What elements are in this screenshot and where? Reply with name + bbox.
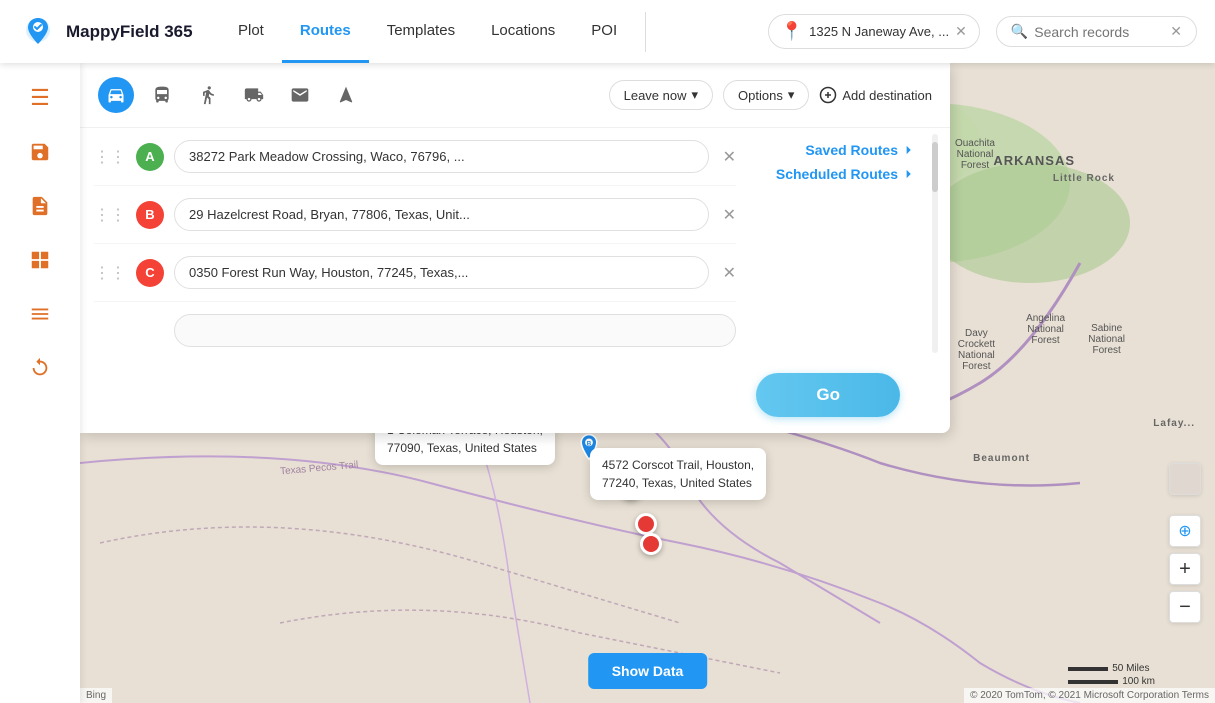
waypoint-row-c: ⋮⋮ C ✕ [94,244,736,302]
go-button-area: Go [80,359,950,417]
waypoint-row-b: ⋮⋮ B ✕ [94,186,736,244]
nav-routes[interactable]: Routes [282,0,369,63]
map-tooltip-houston3: 4572 Corscot Trail, Houston,77240, Texas… [590,448,766,500]
drag-handle-c[interactable]: ⋮⋮ [94,263,126,283]
saved-routes-link[interactable]: Saved Routes [750,142,916,158]
sidebar-refresh-button[interactable] [15,343,65,393]
transport-walk-button[interactable] [190,77,226,113]
map-copyright: © 2020 TomTom, © 2021 Microsoft Corporat… [964,688,1215,703]
address-bar[interactable]: 📍 1325 N Janeway Ave, ... ✕ [768,14,980,49]
scrollbar[interactable] [930,128,940,359]
map-label-angelina: AngelinaNationalForest [1026,313,1065,346]
leave-now-chevron-icon: ▾ [692,87,699,103]
search-clear-icon[interactable]: ✕ [1170,23,1182,40]
nav-right: 📍 1325 N Janeway Ave, ... ✕ 🔍 ✕ [768,14,1215,49]
routes-links-column: Saved Routes Scheduled Routes [750,128,930,182]
waypoint-letter-b: B [136,201,164,229]
sidebar-list-button[interactable] [15,289,65,339]
add-destination-label: Add destination [842,88,932,103]
main-nav: Plot Routes Templates Locations POI [220,0,635,63]
map-controls: ⊕ + − [1169,463,1201,623]
saved-routes-chevron-icon [902,143,916,157]
drag-handle-b[interactable]: ⋮⋮ [94,205,126,225]
options-label: Options [738,88,783,103]
map-zoom-in-button[interactable]: + [1169,553,1201,585]
map-label-davy: DavyCrockettNationalForest [958,328,995,372]
add-destination-icon [819,86,837,104]
map-label-beaumont: Beaumont [973,453,1030,464]
nav-locations[interactable]: Locations [473,0,573,63]
svg-text:B: B [587,440,592,447]
waypoint-add-input[interactable] [174,314,736,347]
waypoint-clear-a[interactable]: ✕ [723,147,736,167]
waypoint-input-a[interactable] [174,140,709,173]
map-minimap-button[interactable] [1169,463,1201,495]
top-navigation: MappyField 365 Plot Routes Templates Loc… [0,0,1215,63]
map-label-littlerock: Little Rock [1053,173,1115,184]
waypoint-clear-c[interactable]: ✕ [723,263,736,283]
sidebar-grid-button[interactable] [15,235,65,285]
map-label-sabine: SabineNationalForest [1088,323,1125,356]
drag-handle-a[interactable]: ⋮⋮ [94,147,126,167]
leave-now-label: Leave now [624,88,687,103]
nav-poi[interactable]: POI [573,0,635,63]
address-pin-icon: 📍 [781,21,803,42]
app-name: MappyField 365 [66,22,193,42]
transport-truck-button[interactable] [236,77,272,113]
scheduled-routes-link[interactable]: Scheduled Routes [750,166,916,182]
scheduled-routes-label: Scheduled Routes [776,166,898,182]
waypoint-letter-c: C [136,259,164,287]
waypoints-column: ⋮⋮ A ✕ ⋮⋮ B ✕ ⋮⋮ C ✕ ⋮⋮ [80,128,750,359]
waypoint-input-b[interactable] [174,198,709,231]
map-scale: 50 Miles 100 km [1068,663,1155,687]
sidebar-save-button[interactable] [15,127,65,177]
map-label-ouachita: OuachitaNationalForest [955,138,995,171]
show-data-button[interactable]: Show Data [588,653,708,689]
map-label-lafayette: Lafay... [1153,418,1195,429]
waypoint-letter-a: A [136,143,164,171]
map-location-button[interactable]: ⊕ [1169,515,1201,547]
scheduled-routes-chevron-icon [902,167,916,181]
nav-templates[interactable]: Templates [369,0,473,63]
search-icon: 🔍 [1011,23,1028,40]
saved-routes-label: Saved Routes [805,142,898,158]
logo-icon [18,12,58,52]
route-panel: Leave now ▾ Options ▾ Add destination ⋮⋮… [80,63,950,433]
map-zoom-out-button[interactable]: − [1169,591,1201,623]
address-clear-icon[interactable]: ✕ [955,23,967,40]
leave-now-button[interactable]: Leave now ▾ [609,80,713,110]
waypoint-clear-b[interactable]: ✕ [723,205,736,225]
address-text: 1325 N Janeway Ave, ... [809,24,949,39]
transport-navigate-button[interactable] [328,77,364,113]
sidebar-menu-button[interactable]: ☰ [15,73,65,123]
options-button[interactable]: Options ▾ [723,80,809,110]
route-body: ⋮⋮ A ✕ ⋮⋮ B ✕ ⋮⋮ C ✕ ⋮⋮ [80,128,950,359]
map-marker-red-5 [635,513,657,535]
map-label-arkansas: ARKANSAS [993,153,1075,168]
waypoint-add-row: ⋮⋮ [94,302,736,359]
waypoint-input-c[interactable] [174,256,709,289]
search-bar[interactable]: 🔍 ✕ [996,16,1197,47]
transport-email-button[interactable] [282,77,318,113]
search-input[interactable] [1034,24,1164,40]
right-column: Saved Routes Scheduled Routes [750,128,950,359]
sidebar-doc-button[interactable] [15,181,65,231]
route-toolbar: Leave now ▾ Options ▾ Add destination [80,63,950,128]
logo-area: MappyField 365 [0,12,220,52]
transport-bus-button[interactable] [144,77,180,113]
options-chevron-icon: ▾ [788,87,795,103]
map-marker-red-6 [640,533,662,555]
nav-divider [645,12,646,52]
go-button[interactable]: Go [756,373,900,417]
nav-plot[interactable]: Plot [220,0,282,63]
waypoint-row-a: ⋮⋮ A ✕ [94,128,736,186]
transport-car-button[interactable] [98,77,134,113]
add-destination-button[interactable]: Add destination [819,86,932,104]
left-sidebar: ☰ [0,63,80,703]
map-bing-label: Bing [80,688,112,703]
